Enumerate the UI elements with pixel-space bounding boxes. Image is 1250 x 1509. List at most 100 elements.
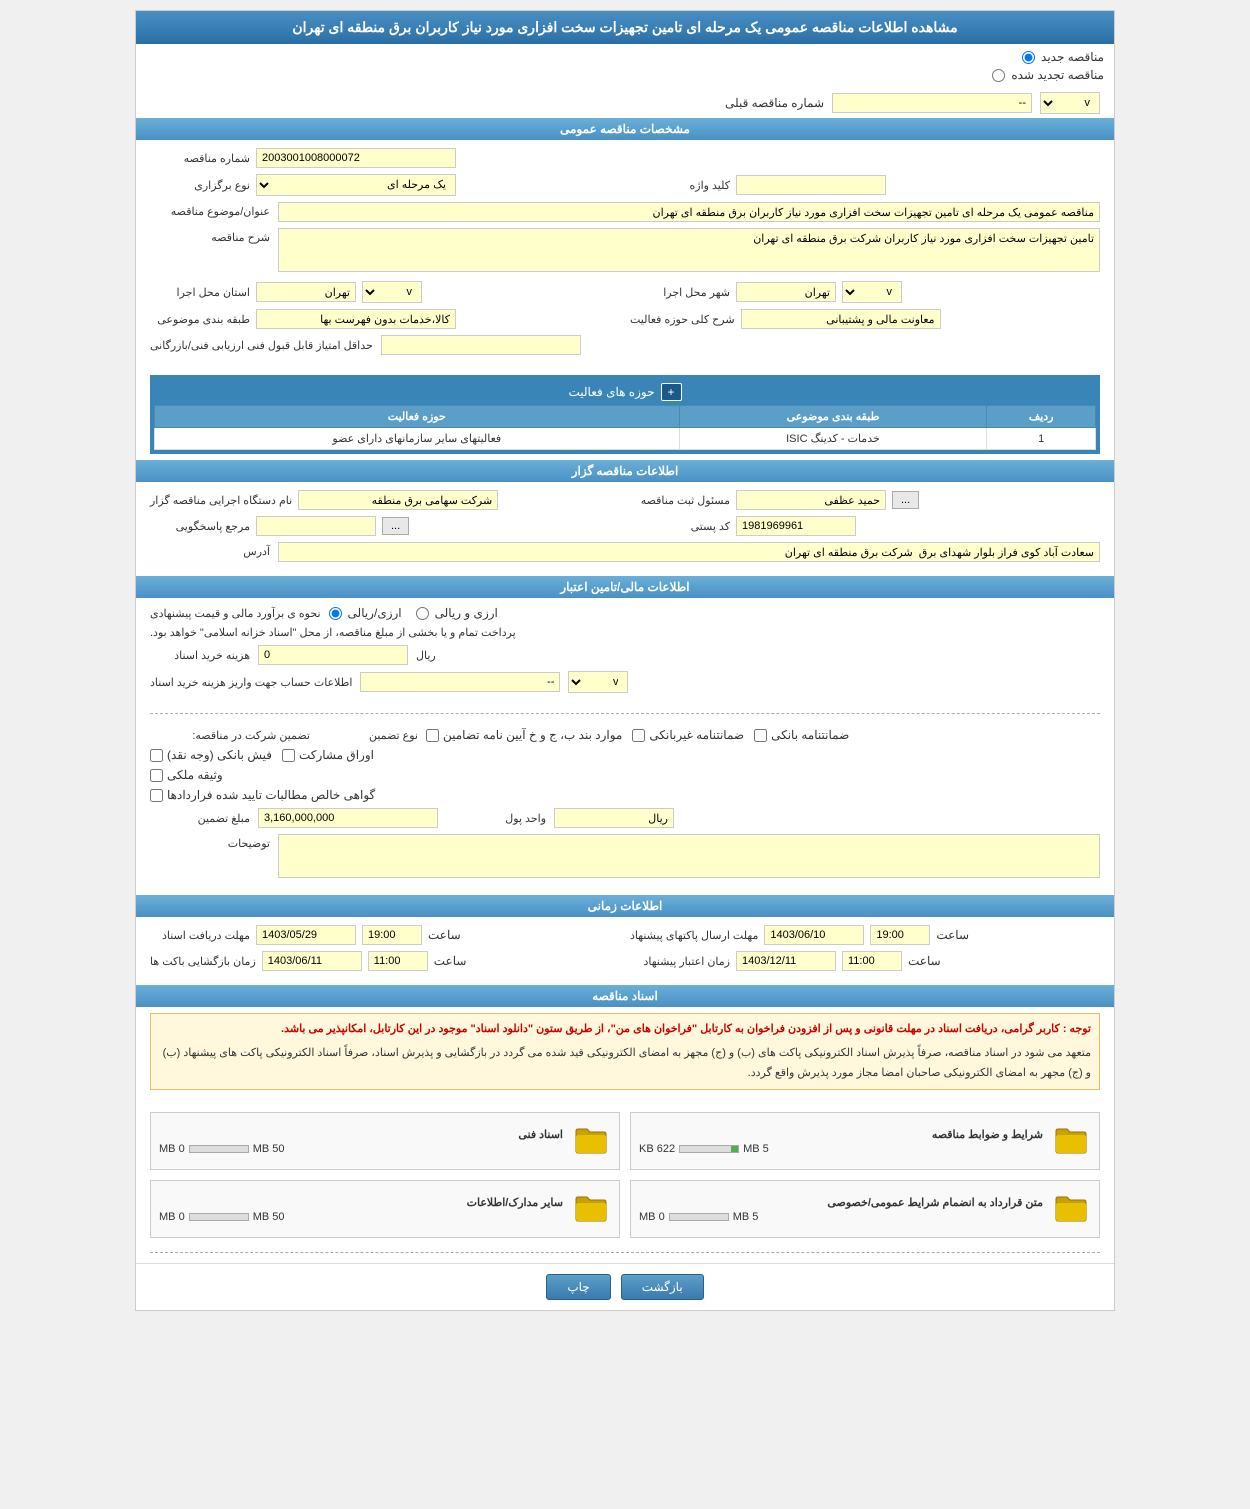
address-input[interactable] bbox=[278, 542, 1100, 562]
guarantee-checkboxes3: وثیقه ملکی bbox=[150, 768, 223, 782]
activity-desc-input[interactable] bbox=[741, 309, 941, 329]
reference-label: مرجع پاسخگویی bbox=[150, 520, 250, 533]
file-grid: شرایط و ضوابط مناقصه 5 MB 622 KB اسناد ف… bbox=[150, 1112, 1100, 1238]
amount-unit-input[interactable] bbox=[554, 808, 674, 828]
description-label: شرح مناقصه bbox=[150, 228, 270, 244]
responsible-input[interactable] bbox=[736, 490, 886, 510]
estimate-foreign-radio[interactable] bbox=[416, 607, 429, 620]
responsible-dots-button[interactable]: ... bbox=[892, 491, 919, 509]
purchase-cost-input[interactable] bbox=[258, 645, 408, 665]
guarantee-cash[interactable]: فیش بانکی (وجه نقد) bbox=[150, 748, 272, 762]
guarantee-other-check[interactable] bbox=[426, 729, 439, 742]
print-button[interactable]: چاپ bbox=[546, 1274, 610, 1300]
folder-icon bbox=[1051, 1121, 1091, 1161]
notice-red: توجه : کاربر گرامی، دریافت اسناد در مهلت… bbox=[159, 1020, 1091, 1040]
guarantee-bank-check[interactable] bbox=[754, 729, 767, 742]
file-current-size: 0 MB bbox=[639, 1211, 665, 1223]
postal-input[interactable] bbox=[736, 516, 856, 536]
opening-time-input[interactable] bbox=[368, 951, 428, 971]
province-label: استان محل اجرا bbox=[150, 286, 250, 299]
min-score-input[interactable] bbox=[381, 335, 581, 355]
new-tender-radio[interactable] bbox=[1022, 51, 1035, 64]
file-name: سایر مدارک/اطلاعات bbox=[159, 1196, 563, 1209]
file-max-size: 50 MB bbox=[253, 1211, 285, 1223]
financial-section: ارزی و ریالی ارزی/ریالی نحوه ی برآورد ما… bbox=[136, 598, 1114, 707]
keyword-label: کلید واژه bbox=[630, 179, 730, 192]
new-tender-option[interactable]: مناقصه جدید bbox=[146, 50, 1104, 64]
guarantee-property[interactable]: وثیقه ملکی bbox=[150, 768, 223, 782]
province-input[interactable] bbox=[256, 282, 356, 302]
file-name: متن قرارداد به انضمام شرایط عمومی/خصوصی bbox=[639, 1196, 1043, 1209]
renewed-tender-option[interactable]: مناقصه تجدید شده bbox=[146, 68, 1104, 82]
reference-input[interactable] bbox=[256, 516, 376, 536]
notes-textarea[interactable] bbox=[278, 834, 1100, 878]
validity-time-input[interactable] bbox=[842, 951, 902, 971]
activity-category-row: شرح کلی حوزه فعالیت طبقه بندی موضوعی bbox=[150, 309, 1100, 329]
activity-table: ردیف طبقه بندی موضوعی حوزه فعالیت 1 خدما… bbox=[154, 405, 1096, 450]
guarantee-certificate-check[interactable] bbox=[150, 789, 163, 802]
reference-dots-button[interactable]: ... bbox=[382, 517, 409, 535]
amount-row: واحد پول مبلغ تضمین bbox=[150, 808, 1100, 828]
account-row: v اطلاعات حساب جهت واریز هزینه خرید اسنا… bbox=[150, 671, 1100, 693]
guarantee-nonbank-check[interactable] bbox=[632, 729, 645, 742]
validity-time-row: ساعت زمان اعتبار پیشنهاد bbox=[630, 951, 941, 971]
estimate-foreign-option[interactable]: ارزی و ریالی bbox=[416, 606, 498, 620]
guarantee-partnership[interactable]: اوراق مشارکت bbox=[282, 748, 374, 762]
opening-date-input[interactable] bbox=[262, 951, 362, 971]
guarantee-bank[interactable]: ضمانتنامه بانکی bbox=[754, 728, 849, 742]
doc-receipt-col: ساعت مهلت دریافت اسناد bbox=[150, 925, 620, 945]
row-activity: فعالیتهای سایر سازمانهای دارای عضو bbox=[155, 428, 680, 450]
add-activity-button[interactable]: + bbox=[661, 383, 682, 401]
account-dropdown[interactable]: v bbox=[568, 671, 628, 693]
renewed-tender-radio[interactable] bbox=[992, 69, 1005, 82]
guarantee-section: ضمانتنامه بانکی ضمانتنامه غیربانکی موارد… bbox=[136, 720, 1114, 895]
guarantee-type-row3: وثیقه ملکی bbox=[150, 768, 1100, 782]
category-input[interactable] bbox=[256, 309, 456, 329]
financial-header: اطلاعات مالی/تامین اعتبار bbox=[136, 576, 1114, 598]
opening-time-label: ساعت bbox=[434, 954, 467, 968]
province-dropdown[interactable]: v bbox=[362, 281, 422, 303]
description-row: تامین تجهیزات سخت افزاری مورد نیاز کاربر… bbox=[150, 228, 1100, 275]
time-row1: ساعت مهلت ارسال پاکتهای پیشنهاد ساعت مهل… bbox=[150, 925, 1100, 945]
prev-tender-input[interactable] bbox=[832, 93, 1032, 113]
city-input[interactable] bbox=[736, 282, 836, 302]
estimate-rial-radio[interactable] bbox=[329, 607, 342, 620]
keyword-input[interactable] bbox=[736, 175, 886, 195]
file-max-size: 5 MB bbox=[743, 1143, 769, 1155]
city-dropdown[interactable]: v bbox=[842, 281, 902, 303]
doc-receipt-label: مهلت دریافت اسناد bbox=[150, 929, 250, 942]
back-button[interactable]: بازگشت bbox=[621, 1274, 704, 1300]
doc-send-time-input[interactable] bbox=[870, 925, 930, 945]
doc-receipt-time-input[interactable] bbox=[362, 925, 422, 945]
guarantee-checkboxes2: اوراق مشارکت فیش بانکی (وجه نقد) bbox=[150, 748, 374, 762]
org-name-input[interactable] bbox=[298, 490, 498, 510]
notes-row: توضیحات bbox=[150, 834, 1100, 881]
org-name-col: نام دستگاه اجرایی مناقصه گزار bbox=[150, 490, 620, 510]
account-input[interactable] bbox=[360, 672, 560, 692]
doc-send-time-row: ساعت مهلت ارسال پاکتهای پیشنهاد bbox=[630, 925, 969, 945]
type-select[interactable]: یک مرحله ای bbox=[256, 174, 456, 196]
title-input[interactable] bbox=[278, 202, 1100, 222]
description-textarea[interactable]: تامین تجهیزات سخت افزاری مورد نیاز کاربر… bbox=[278, 228, 1100, 272]
keyword-col: کلید واژه bbox=[630, 175, 1100, 195]
guarantee-partnership-check[interactable] bbox=[282, 749, 295, 762]
page-title: مشاهده اطلاعات مناقصه عمومی یک مرحله ای … bbox=[136, 11, 1114, 44]
col-category: طبقه بندی موضوعی bbox=[679, 406, 987, 428]
tender-number-input[interactable] bbox=[256, 148, 456, 168]
estimate-rial-option[interactable]: ارزی/ریالی bbox=[329, 606, 402, 620]
amount-input[interactable] bbox=[258, 808, 438, 828]
doc-receipt-date-input[interactable] bbox=[256, 925, 356, 945]
guarantee-other[interactable]: موارد بند ب، ج و خ آیین نامه تضامین bbox=[426, 728, 622, 742]
guarantee-certificate-label: گواهی خالص مطالبات تایید شده فراردادها bbox=[167, 788, 375, 802]
guarantee-property-check[interactable] bbox=[150, 769, 163, 782]
prev-tender-dropdown[interactable]: v bbox=[1040, 92, 1100, 114]
activity-table-header: + حوزه های فعالیت bbox=[154, 379, 1096, 405]
title-row: عنوان/موضوع مناقصه bbox=[150, 202, 1100, 222]
guarantee-cash-check[interactable] bbox=[150, 749, 163, 762]
guarantee-nonbank[interactable]: ضمانتنامه غیربانکی bbox=[632, 728, 744, 742]
file-info: شرایط و ضوابط مناقصه 5 MB 622 KB bbox=[639, 1128, 1043, 1155]
validity-date-input[interactable] bbox=[736, 951, 836, 971]
guarantee-certificate[interactable]: گواهی خالص مطالبات تایید شده فراردادها bbox=[150, 788, 375, 802]
notice-box: توجه : کاربر گرامی، دریافت اسناد در مهلت… bbox=[150, 1013, 1100, 1090]
doc-send-date-input[interactable] bbox=[764, 925, 864, 945]
